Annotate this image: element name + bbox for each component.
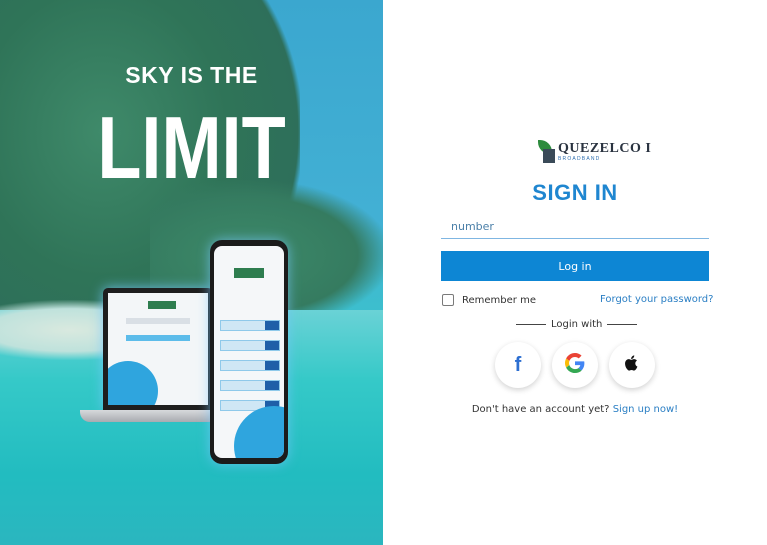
hero-slogan-line1: SKY IS THE [125, 62, 258, 88]
page-title: SIGN IN [532, 180, 618, 205]
remember-me[interactable]: Remember me [442, 294, 536, 306]
login-button[interactable]: Log in [441, 251, 709, 281]
facebook-login-button[interactable]: f [495, 342, 541, 388]
brand-logo-icon [538, 140, 556, 164]
brand-name: QUEZELCO I [558, 141, 652, 156]
facebook-icon: f [514, 353, 522, 376]
login-with-label: Login with [551, 319, 603, 330]
login-with-divider: Login with [516, 319, 638, 330]
google-icon [565, 353, 585, 377]
brand-subtitle: BROADBAND [558, 156, 601, 162]
google-login-button[interactable] [552, 342, 598, 388]
divider-line-left [516, 324, 546, 325]
hero-slogan-line2: LIMIT [97, 98, 286, 197]
apple-login-button[interactable] [609, 342, 655, 388]
signup-link[interactable]: Sign up now! [613, 404, 679, 415]
apple-icon [623, 353, 641, 377]
divider-line-right [607, 324, 638, 325]
forgot-password-link[interactable]: Forgot your password? [600, 294, 713, 305]
signup-prompt-text: Don't have an account yet? [471, 404, 610, 415]
laptop-illustration [103, 288, 213, 410]
phone-illustration [210, 240, 288, 464]
remember-me-checkbox[interactable] [442, 294, 454, 306]
number-input[interactable] [441, 214, 709, 239]
remember-me-label: Remember me [462, 294, 536, 306]
hero-banner: SKY IS THE LIMIT [0, 0, 383, 545]
brand-logo: QUEZELCO I BROADBAND [538, 140, 651, 164]
signup-prompt: Don't have an account yet? Sign up now! [441, 404, 709, 415]
